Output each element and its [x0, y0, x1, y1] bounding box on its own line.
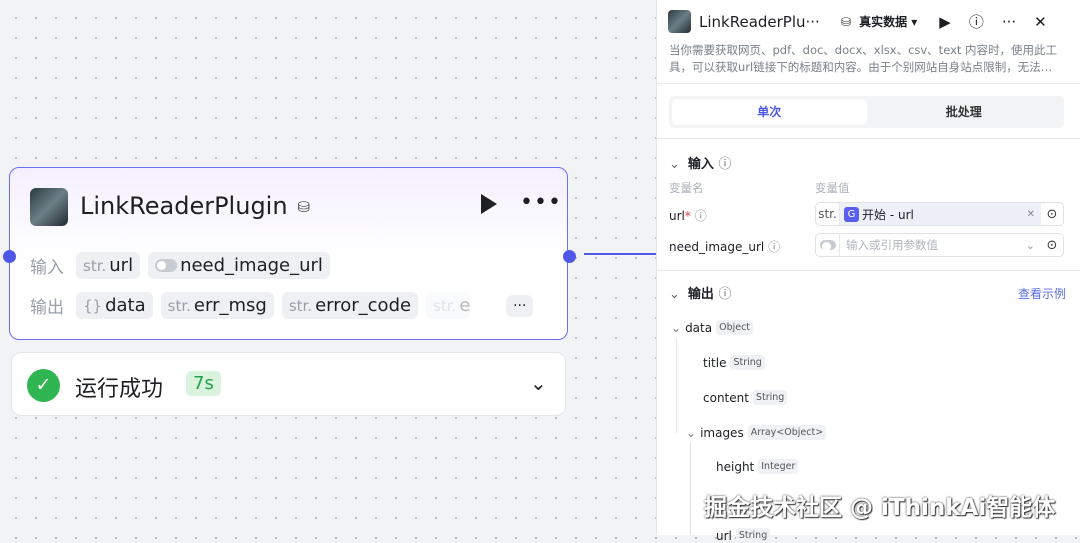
toggle-icon[interactable] — [819, 240, 836, 251]
mode-tabs: 单次 批处理 — [669, 96, 1064, 128]
field-label-url: url* ⓘ — [669, 209, 707, 223]
help-icon[interactable]: ⓘ — [969, 11, 984, 32]
field-label-need-image-url: need_image_url ⓘ — [669, 240, 781, 254]
output-chip-err-msg: str. err_msg — [160, 292, 274, 319]
tree-item-height: height Integer — [716, 459, 799, 474]
clear-icon[interactable]: ✕ — [1027, 209, 1035, 220]
plugin-node[interactable]: LinkReaderPlugin ⛁ ••• 输入 str. url need_im… — [3, 167, 576, 340]
input-chip-url: str. url — [76, 252, 141, 279]
output-chip-error-code: str. error_code — [281, 292, 419, 319]
more-icon[interactable]: ··· — [1002, 13, 1016, 31]
duration-badge: 7s — [186, 371, 221, 396]
tab-batch[interactable]: 批处理 — [867, 99, 1062, 125]
tree-item-data[interactable]: ⌄ data Object — [671, 320, 754, 335]
view-example-link[interactable]: 查看示例 — [1018, 285, 1066, 302]
input-label: 输入 — [30, 258, 64, 278]
col-name-label: 变量名 — [669, 181, 704, 195]
output-chip-faded: str.er — [426, 292, 471, 319]
connection-edge — [584, 253, 656, 255]
more-outputs-button[interactable]: ··· — [506, 294, 534, 317]
output-port[interactable] — [563, 250, 576, 263]
output-section-header[interactable]: ⌄ 输出 ⓘ — [669, 283, 739, 302]
variable-picker-icon[interactable]: ⊙ — [1041, 238, 1063, 253]
tab-single[interactable]: 单次 — [672, 99, 867, 125]
panel-avatar — [668, 10, 691, 33]
need-image-url-field[interactable]: 输入或引用参数值 ⌄ ⊙ — [815, 233, 1064, 257]
close-icon[interactable]: ✕ — [1034, 13, 1047, 31]
plugin-icon: ⛁ — [297, 198, 311, 216]
node-detail-panel: LinkReaderPlu··· ⛁ 真实数据 ▾ ▶ ⓘ ··· ✕ 当你需要… — [656, 0, 1080, 543]
input-chip-need-image-url: need_image_url — [148, 252, 330, 279]
tree-item-content: content String — [703, 390, 788, 405]
watermark: 掘金技术社区 @ iThinkAi智能体 — [704, 495, 1056, 521]
url-value-field[interactable]: str. G 开始 - url ✕ ⊙ — [815, 202, 1064, 226]
run-icon[interactable]: ▶ — [939, 13, 951, 31]
run-button[interactable] — [481, 194, 497, 214]
chevron-down-icon[interactable]: ⌄ — [1026, 239, 1035, 252]
data-mode-dropdown[interactable]: 真实数据 ▾ — [859, 13, 917, 30]
input-port[interactable] — [3, 250, 16, 263]
run-status-bar[interactable]: ✓ 运行成功 7s ⌄ — [11, 352, 566, 416]
tree-item-images[interactable]: ⌄ images Array<Object> — [686, 425, 827, 440]
plugin-description: 当你需要获取网页、pdf、doc、docx、xlsx、csv、text 内容时，… — [669, 43, 1058, 74]
status-text: 运行成功 — [75, 377, 164, 402]
chevron-down-icon[interactable]: ⌄ — [530, 371, 547, 395]
node-title: LinkReaderPlugin ⛁ — [80, 192, 311, 220]
value-input[interactable]: 输入或引用参数值 — [840, 237, 1026, 253]
type-prefix: str. — [816, 203, 840, 225]
tree-item-url: url String — [716, 528, 771, 543]
output-chip-data: {} data — [76, 292, 153, 319]
start-node-icon: G — [844, 206, 859, 222]
more-button[interactable]: ••• — [520, 190, 562, 215]
variable-picker-icon[interactable]: ⊙ — [1041, 207, 1063, 222]
plugin-avatar — [30, 188, 68, 226]
success-check-icon: ✓ — [27, 369, 60, 402]
input-section-header[interactable]: ⌄ 输入 ⓘ — [669, 153, 739, 172]
tree-item-title: title String — [703, 355, 765, 370]
toggle-icon — [155, 259, 178, 272]
plugin-icon: ⛁ — [841, 14, 852, 29]
panel-title: LinkReaderPlu··· — [699, 12, 820, 31]
reference-value: 开始 - url — [862, 207, 914, 222]
output-label: 输出 — [30, 298, 64, 318]
col-value-label: 变量值 — [815, 181, 850, 195]
